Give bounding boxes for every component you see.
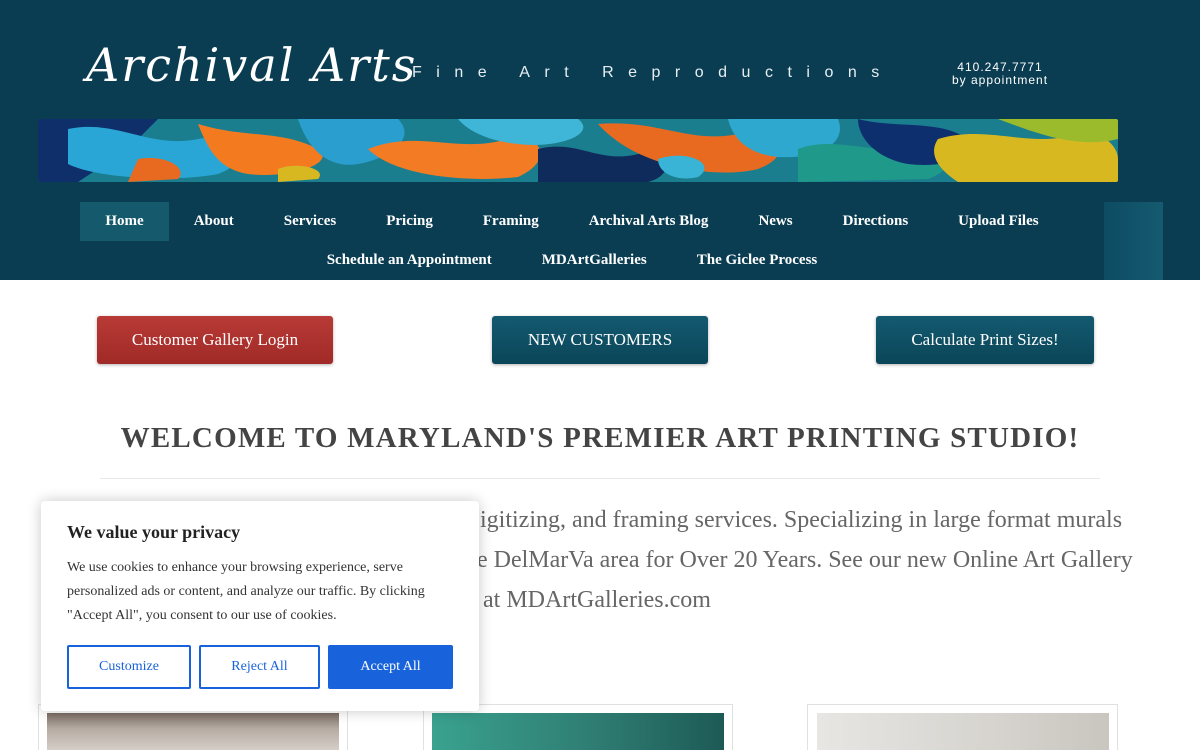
cookie-consent-banner: We value your privacy We use cookies to … (41, 501, 479, 711)
heading-divider (100, 478, 1100, 479)
site-tagline: Fine Art Reproductions (412, 64, 894, 81)
nav-item-about[interactable]: About (169, 202, 259, 241)
nav-row-secondary: Schedule an Appointment MDArtGalleries T… (40, 241, 1104, 280)
gallery-photo[interactable] (432, 713, 724, 750)
calculate-print-sizes-button[interactable]: Calculate Print Sizes! (876, 316, 1094, 364)
painting-banner (38, 119, 1118, 182)
nav-item-news[interactable]: News (733, 202, 817, 241)
contact-info: 410.247.7771 by appointment (940, 61, 1060, 87)
site-logo[interactable]: Archival Arts (86, 38, 417, 92)
nav-item-mdartgalleries[interactable]: MDArtGalleries (517, 241, 672, 280)
new-customers-button[interactable]: NEW CUSTOMERS (492, 316, 708, 364)
framing-photo[interactable] (817, 713, 1109, 750)
nav-item-schedule[interactable]: Schedule an Appointment (302, 241, 517, 280)
appointment-note: by appointment (951, 73, 1049, 87)
nav-item-framing[interactable]: Framing (458, 202, 564, 241)
nav-item-services[interactable]: Services (259, 202, 361, 241)
customer-gallery-login-button[interactable]: Customer Gallery Login (97, 316, 333, 364)
cookie-title: We value your privacy (67, 522, 241, 542)
welcome-heading: WELCOME TO MARYLAND'S PREMIER ART PRINTI… (120, 422, 1080, 454)
nav-item-giclee-process[interactable]: The Giclee Process (672, 241, 843, 280)
nav-row-primary: Home About Services Pricing Framing Arch… (40, 202, 1104, 241)
studio-photo[interactable] (47, 713, 339, 750)
site-header: Archival Arts Fine Art Reproductions 410… (0, 0, 1200, 280)
cookie-accept-all-button[interactable]: Accept All (328, 645, 453, 689)
nav-item-home[interactable]: Home (80, 202, 169, 241)
cookie-text: We use cookies to enhance your browsing … (67, 560, 425, 623)
main-nav: Home About Services Pricing Framing Arch… (40, 202, 1162, 280)
nav-item-pricing[interactable]: Pricing (361, 202, 458, 241)
nav-item-blog[interactable]: Archival Arts Blog (564, 202, 734, 241)
cookie-customize-button[interactable]: Customize (67, 645, 191, 689)
nav-item-directions[interactable]: Directions (818, 202, 934, 241)
nav-item-upload-files[interactable]: Upload Files (933, 202, 1063, 241)
cookie-reject-all-button[interactable]: Reject All (199, 645, 320, 689)
